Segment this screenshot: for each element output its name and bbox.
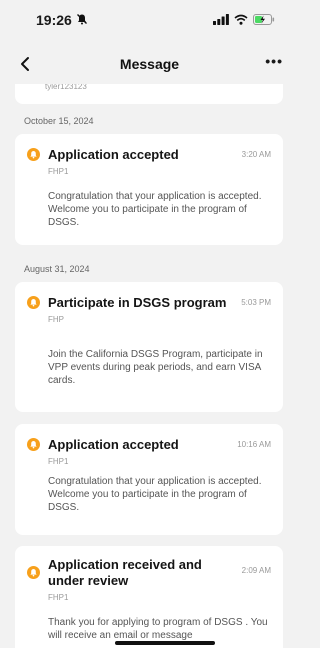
message-card[interactable]: Application accepted 3:20 AM FHP1 Congra… xyxy=(15,134,283,245)
message-body: Congratulation that your application is … xyxy=(48,191,262,228)
notification-icon xyxy=(27,438,40,451)
message-card-partial[interactable]: tyler123123 xyxy=(15,84,283,104)
silent-mode-icon xyxy=(76,12,88,28)
page-title: Message xyxy=(119,56,180,72)
message-card[interactable]: Application received and under review 2:… xyxy=(15,546,283,648)
notification-icon xyxy=(27,296,40,309)
message-time: 10:16 AM xyxy=(237,440,271,449)
message-title: Application received and under review xyxy=(48,557,202,588)
message-card[interactable]: Participate in DSGS program 5:03 PM FHP … xyxy=(15,282,283,412)
notification-icon xyxy=(27,566,40,579)
more-options-button[interactable]: ••• xyxy=(265,53,283,69)
message-title: Application accepted xyxy=(48,437,179,452)
wifi-icon xyxy=(234,12,248,28)
message-title: Application accepted xyxy=(48,147,179,162)
message-sender: FHP xyxy=(48,315,64,324)
back-icon[interactable] xyxy=(16,54,36,74)
message-sender: tyler123123 xyxy=(45,84,87,91)
message-time: 5:03 PM xyxy=(241,298,271,307)
message-title: Participate in DSGS program xyxy=(48,295,227,310)
message-card[interactable]: Application accepted 10:16 AM FHP1 Congr… xyxy=(15,424,283,535)
date-header: August 31, 2024 xyxy=(24,264,90,274)
message-sender: FHP1 xyxy=(48,457,69,466)
message-time: 2:09 AM xyxy=(241,566,271,575)
status-time: 19:26 xyxy=(36,12,72,28)
home-indicator[interactable] xyxy=(115,641,215,645)
message-sender: FHP1 xyxy=(48,167,69,176)
status-bar: 19:26 xyxy=(0,0,299,40)
message-body: Congratulation that your application is … xyxy=(48,476,262,513)
message-sender: FHP1 xyxy=(48,593,69,602)
notification-icon xyxy=(27,148,40,161)
battery-charging-icon xyxy=(253,12,275,28)
signal-icon xyxy=(213,12,229,28)
message-time: 3:20 AM xyxy=(241,150,271,159)
message-body: Join the California DSGS Program, partic… xyxy=(48,349,263,386)
nav-bar: Message ••• xyxy=(0,44,299,84)
date-header: October 15, 2024 xyxy=(24,116,94,126)
message-list[interactable]: tyler123123 October 15, 2024 Application… xyxy=(0,84,299,648)
message-body: Thank you for applying to program of DSG… xyxy=(48,617,268,641)
